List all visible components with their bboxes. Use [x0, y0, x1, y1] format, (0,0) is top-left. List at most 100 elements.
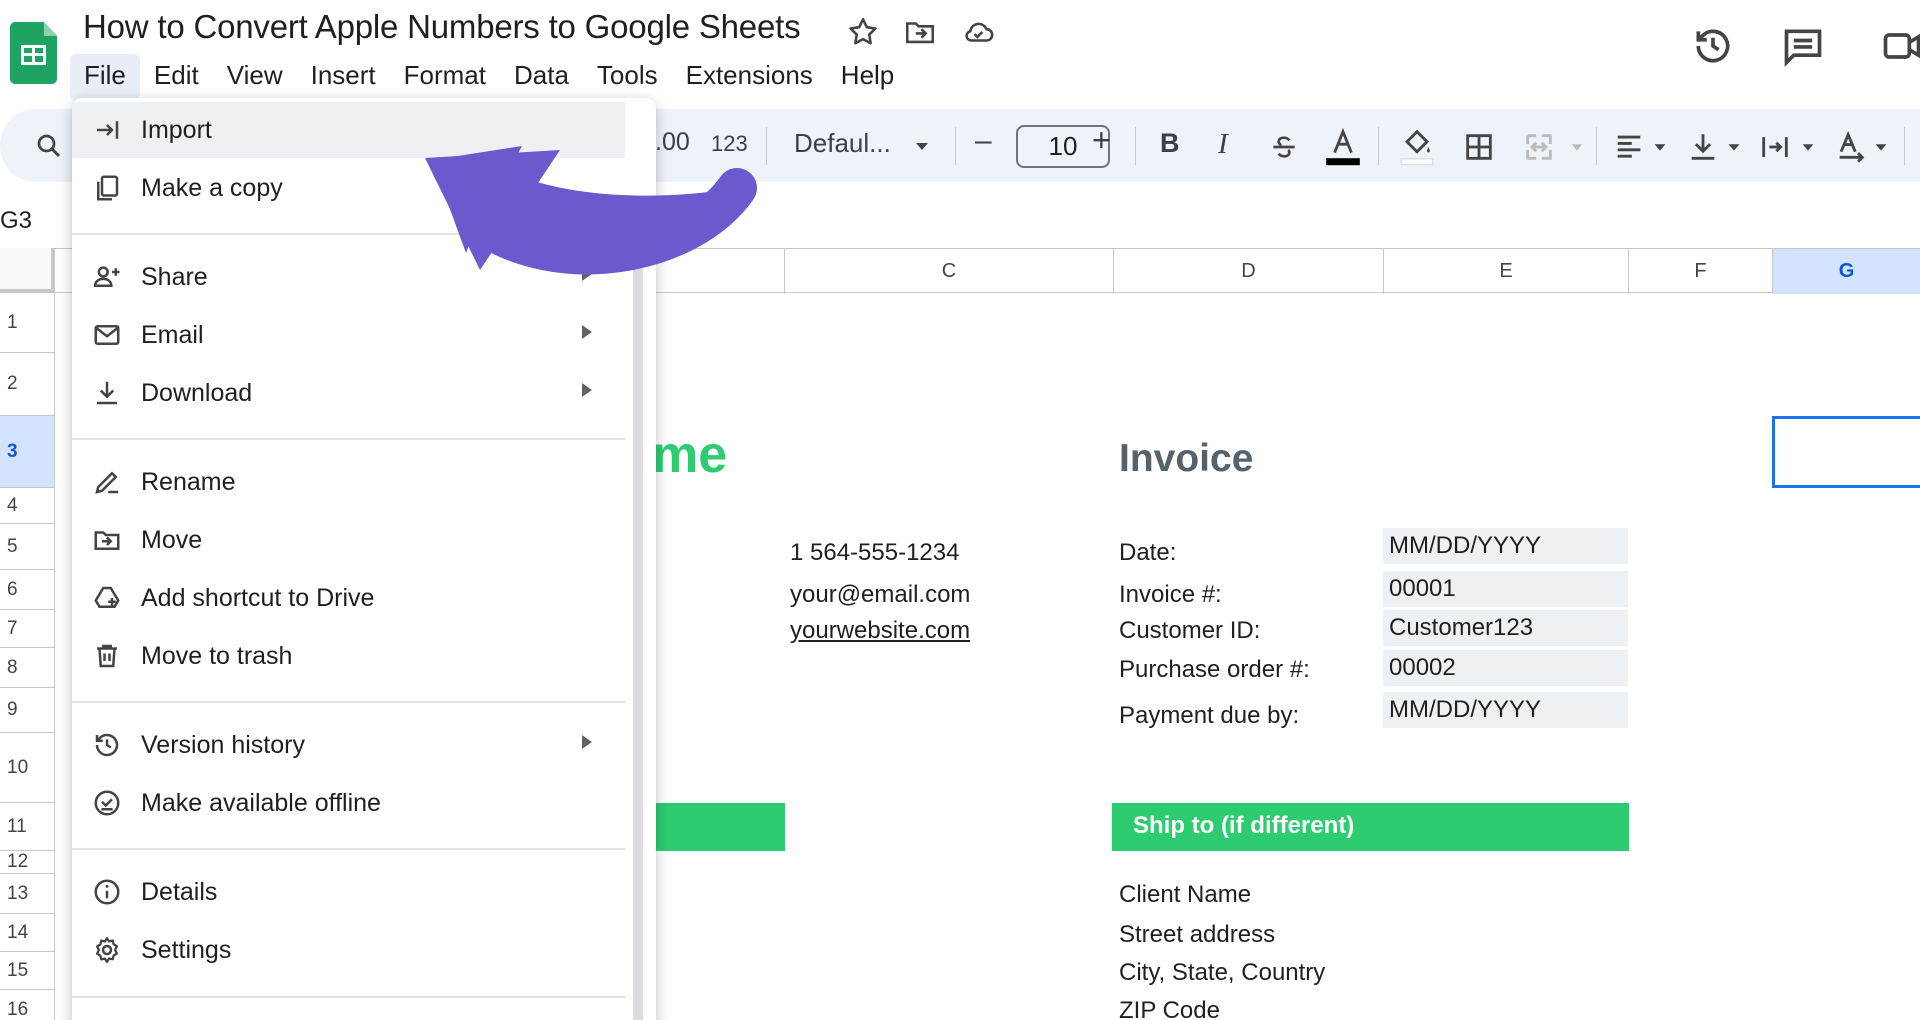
field-label-customer-id[interactable]: Customer ID: — [1119, 617, 1260, 645]
menu-item-version-history[interactable]: Version history — [72, 717, 625, 773]
rotation-dropdown-caret-icon[interactable] — [1872, 138, 1890, 156]
row-header-7[interactable]: 7 — [0, 610, 55, 648]
font-dropdown-caret-icon[interactable] — [912, 136, 932, 156]
ship-to-zip[interactable]: ZIP Code — [1119, 997, 1220, 1020]
invoice-title[interactable]: Invoice — [1119, 437, 1253, 481]
ship-to-street[interactable]: Street address — [1119, 921, 1275, 949]
field-value-date[interactable]: MM/DD/YYYY — [1383, 528, 1628, 564]
menu-item-label: Settings — [141, 936, 232, 964]
decrease-font-size-button[interactable]: – — [975, 124, 992, 158]
menu-scrollbar[interactable] — [633, 220, 643, 1020]
menu-item-make-a-copy[interactable]: Make a copy — [72, 160, 625, 216]
menu-item-make-available-offline[interactable]: Make available offline — [72, 775, 625, 831]
menu-item-download[interactable]: Download — [72, 365, 625, 421]
align-dropdown-caret-icon[interactable] — [1651, 138, 1669, 156]
cloud-saved-icon[interactable] — [961, 15, 995, 49]
row-header-10[interactable]: 10 — [0, 733, 55, 803]
select-all-corner[interactable] — [0, 248, 55, 293]
version-history-icon[interactable] — [1691, 24, 1735, 68]
bill-to-header-bar[interactable] — [640, 803, 785, 851]
contact-website[interactable]: yourwebsite.com — [790, 617, 970, 645]
row-header-13[interactable]: 13 — [0, 874, 55, 914]
row-header-3[interactable]: 3 — [0, 416, 55, 488]
menu-item-move-to-trash[interactable]: Move to trash — [72, 628, 625, 684]
row-header-11[interactable]: 11 — [0, 803, 55, 851]
field-value-purchase-order[interactable]: 00002 — [1383, 650, 1628, 686]
row-header-1[interactable]: 1 — [0, 293, 55, 353]
menu-item-label: Share — [141, 263, 208, 291]
menu-item-email[interactable]: Email — [72, 307, 625, 363]
menu-data[interactable]: Data — [500, 54, 583, 100]
selected-cell-g3[interactable] — [1772, 416, 1920, 488]
horizontal-align-icon[interactable] — [1612, 130, 1646, 164]
field-label-purchase-order[interactable]: Purchase order #: — [1119, 656, 1310, 684]
menu-extensions[interactable]: Extensions — [672, 54, 827, 100]
row-header-15[interactable]: 15 — [0, 952, 55, 990]
row-header-2[interactable]: 2 — [0, 353, 55, 416]
contact-phone[interactable]: 1 564-555-1234 — [790, 539, 959, 567]
move-folder-icon[interactable] — [903, 15, 937, 49]
menu-item-move[interactable]: Move — [72, 512, 625, 568]
meet-video-icon[interactable] — [1880, 24, 1920, 68]
row-header-12[interactable]: 12 — [0, 851, 55, 874]
row-header-8[interactable]: 8 — [0, 648, 55, 688]
row-header-14[interactable]: 14 — [0, 914, 55, 952]
row-header-5[interactable]: 5 — [0, 524, 55, 570]
menu-view[interactable]: View — [213, 54, 297, 100]
text-wrapping-icon[interactable] — [1758, 130, 1792, 164]
row-header-16[interactable]: 16 — [0, 990, 55, 1020]
borders-icon[interactable] — [1462, 130, 1496, 164]
row-header-6[interactable]: 6 — [0, 570, 55, 610]
menu-tools[interactable]: Tools — [583, 54, 672, 100]
column-header-e[interactable]: E — [1383, 249, 1628, 294]
field-label-date[interactable]: Date: — [1119, 539, 1176, 567]
strikethrough-icon[interactable] — [1268, 131, 1300, 163]
row-header-4[interactable]: 4 — [0, 488, 55, 524]
wrap-dropdown-caret-icon[interactable] — [1799, 138, 1817, 156]
valign-dropdown-caret-icon[interactable] — [1725, 138, 1743, 156]
menu-item-share[interactable]: Share — [72, 249, 625, 305]
sheets-logo-icon[interactable] — [10, 22, 57, 84]
field-value-customer-id[interactable]: Customer123 — [1383, 610, 1628, 646]
menu-help[interactable]: Help — [827, 54, 908, 100]
fill-color-icon[interactable] — [1398, 126, 1436, 166]
ship-to-client-name[interactable]: Client Name — [1119, 881, 1251, 909]
bold-button[interactable]: B — [1160, 128, 1180, 159]
text-color-icon[interactable] — [1322, 127, 1364, 167]
search-menus-icon[interactable] — [34, 131, 64, 161]
field-label-payment-due[interactable]: Payment due by: — [1119, 702, 1299, 730]
menu-item-settings[interactable]: Settings — [72, 922, 625, 978]
ship-to-city[interactable]: City, State, Country — [1119, 959, 1325, 987]
column-header-g[interactable]: G — [1772, 249, 1920, 294]
menu-item-details[interactable]: Details — [72, 864, 625, 920]
company-name-partial[interactable]: me — [652, 425, 727, 485]
field-value-invoice-number[interactable]: 00001 — [1383, 571, 1628, 607]
menu-edit[interactable]: Edit — [140, 54, 213, 100]
field-label-invoice-number[interactable]: Invoice #: — [1119, 581, 1222, 609]
field-value-payment-due[interactable]: MM/DD/YYYY — [1383, 692, 1628, 728]
document-title[interactable]: How to Convert Apple Numbers to Google S… — [83, 8, 801, 46]
menu-file[interactable]: File — [70, 54, 140, 100]
menu-insert[interactable]: Insert — [297, 54, 390, 100]
vertical-align-icon[interactable] — [1686, 130, 1720, 164]
text-rotation-icon[interactable] — [1834, 129, 1868, 163]
row-header-9[interactable]: 9 — [0, 688, 55, 733]
column-header-f[interactable]: F — [1628, 249, 1772, 294]
contact-email[interactable]: your@email.com — [790, 581, 970, 609]
menu-item-rename[interactable]: Rename — [72, 454, 625, 510]
menu-item-import[interactable]: Import — [72, 102, 625, 158]
menu-item-add-shortcut[interactable]: Add shortcut to Drive — [72, 570, 625, 626]
column-header-c[interactable]: C — [784, 249, 1113, 294]
italic-button[interactable]: I — [1218, 128, 1228, 161]
name-box[interactable]: G3 — [0, 207, 32, 235]
merge-cells-icon[interactable] — [1522, 130, 1556, 164]
number-format-button[interactable]: 123 — [711, 131, 748, 157]
merge-dropdown-caret-icon[interactable] — [1568, 138, 1586, 156]
menu-format[interactable]: Format — [390, 54, 500, 100]
star-icon[interactable] — [846, 15, 880, 49]
font-family-select[interactable]: Defaul... — [794, 128, 891, 159]
comments-icon[interactable] — [1781, 24, 1825, 68]
increase-decimal-button[interactable]: .00 — [655, 128, 690, 157]
column-header-d[interactable]: D — [1113, 249, 1383, 294]
increase-font-size-button[interactable]: + — [1092, 122, 1111, 159]
